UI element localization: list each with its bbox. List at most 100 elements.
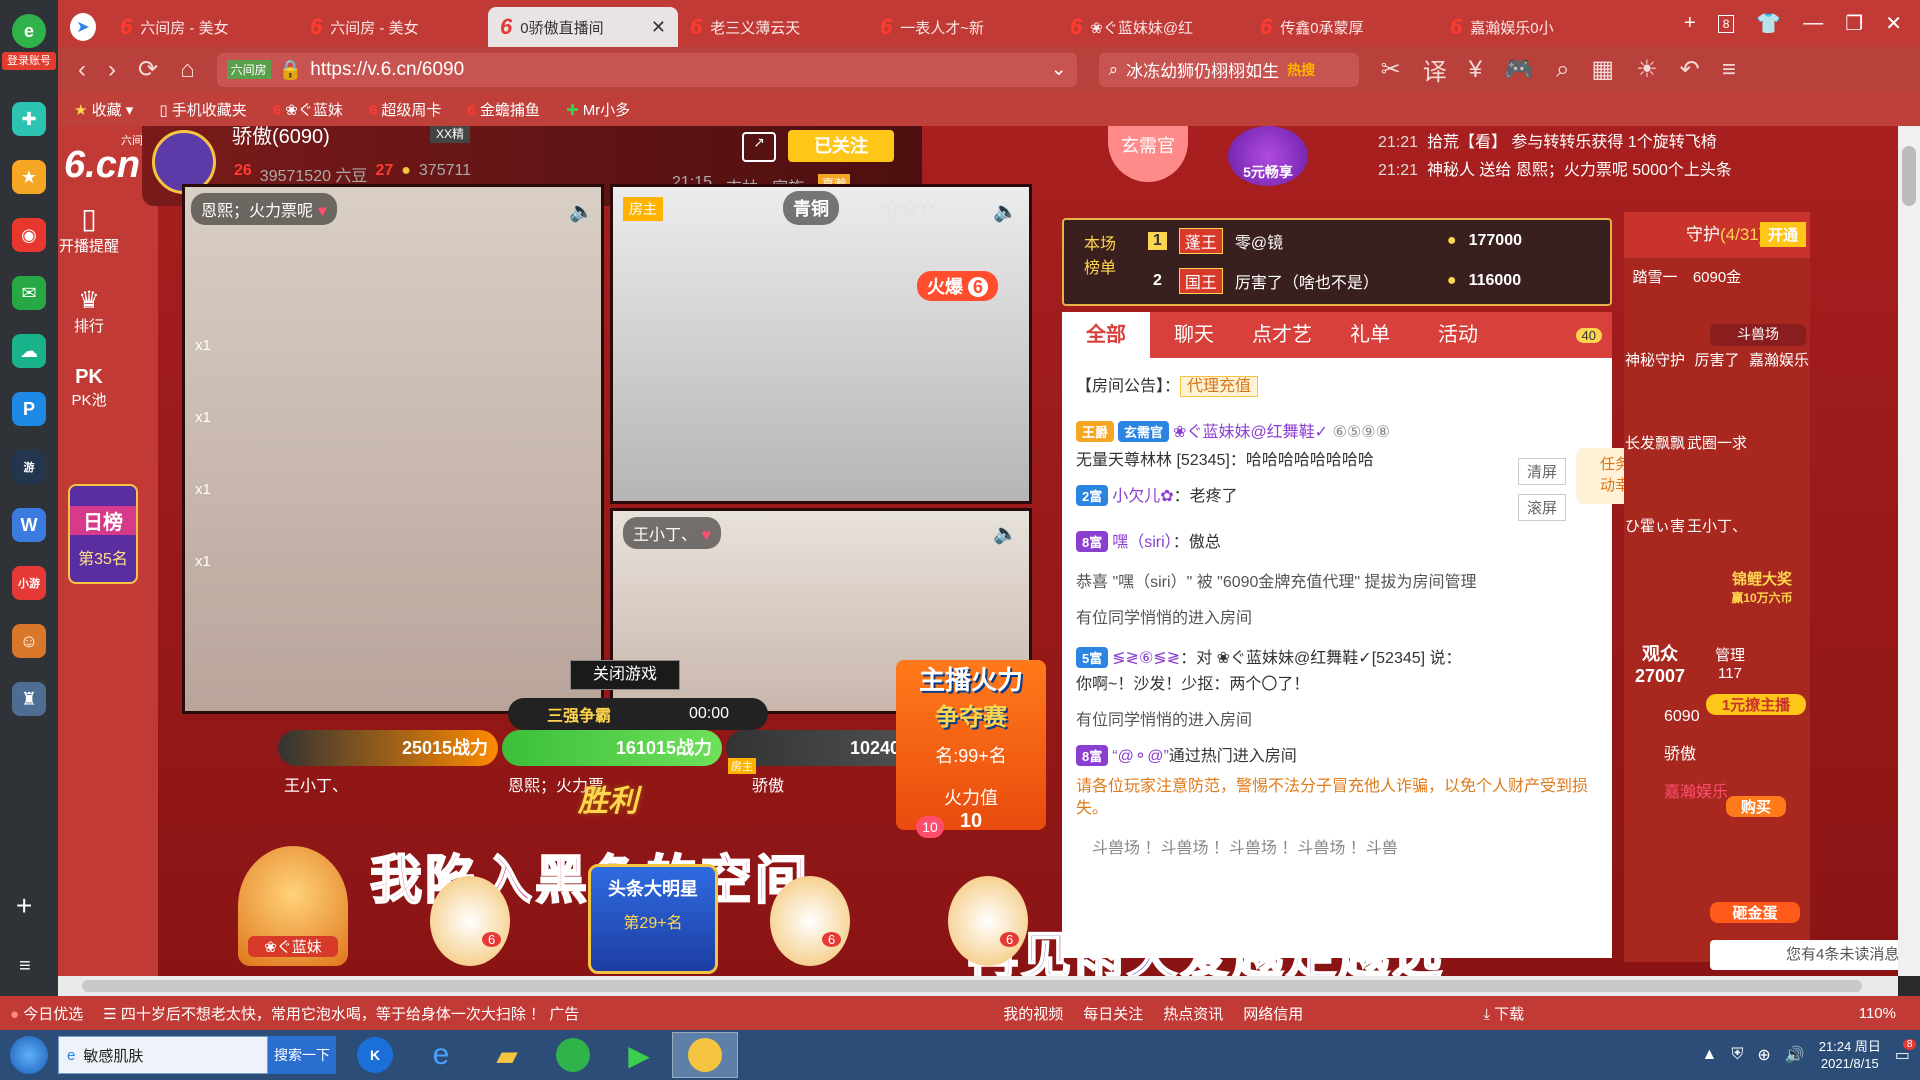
menu-icon[interactable]: ≡ xyxy=(19,955,31,978)
guard-member[interactable]: 王小丁、 xyxy=(1686,515,1748,536)
seat-empty[interactable]: 6 xyxy=(430,876,510,966)
forward-icon[interactable]: › xyxy=(108,56,116,84)
bookmark-item[interactable]: 6 ❀ぐ蓝妹 xyxy=(273,99,343,120)
status-hot-news[interactable]: 热点资讯 xyxy=(1163,1003,1223,1024)
browser-app-icon[interactable] xyxy=(540,1032,606,1078)
guard-member[interactable]: ひ霍ぃ害 xyxy=(1624,515,1686,536)
login-button[interactable]: 登录账号 xyxy=(2,52,56,70)
browser-tab[interactable]: 6 六间房 - 美女 xyxy=(298,7,488,47)
guard-member[interactable] xyxy=(1748,266,1810,287)
tab-gifts[interactable]: 礼单 xyxy=(1326,312,1414,358)
vertical-scrollbar[interactable] xyxy=(1898,126,1920,976)
restore-icon[interactable]: ❐ xyxy=(1845,11,1863,36)
mute-icon[interactable]: 🔈 xyxy=(569,199,594,224)
news-ticker[interactable]: ☰ 四十岁后不想老太快，常用它泡水喝，等于给身体一次大扫除 ！ 广告 xyxy=(103,1003,723,1024)
five-yuan-promo[interactable]: 5元畅享 xyxy=(1228,126,1308,186)
avatar-game-icon[interactable]: ☺ xyxy=(12,624,46,658)
clock[interactable]: 21:24 周日 2021/8/15 xyxy=(1819,1038,1881,1072)
tab-talent[interactable]: 点才艺 xyxy=(1238,312,1326,358)
browser-tab[interactable]: 6 传鑫0承蒙厚 xyxy=(1248,7,1438,47)
share-icon[interactable]: ↗ xyxy=(742,132,776,162)
scissors-icon[interactable]: ✂ xyxy=(1381,55,1401,84)
bookmark-mobile[interactable]: ▯ 手机收藏夹 xyxy=(159,99,246,120)
live-app-icon[interactable] xyxy=(672,1032,738,1078)
tray-volume-icon[interactable]: 🔊 xyxy=(1785,1045,1805,1065)
document-icon[interactable]: W xyxy=(12,508,46,542)
guard-member[interactable]: 6090金 xyxy=(1686,266,1748,287)
tab-activity[interactable]: 活动 xyxy=(1414,312,1502,358)
follow-button[interactable]: 已关注 xyxy=(788,130,894,162)
leaderboard-row[interactable]: 2 国王 厉害了（啥也不是） ● 116000 xyxy=(1148,268,1521,294)
game-app-icon[interactable]: 游 xyxy=(12,450,46,484)
plus-app-icon[interactable]: ✚ xyxy=(12,102,46,136)
browser-tab[interactable]: 6 老三义薄云天 xyxy=(678,7,868,47)
tab-chat[interactable]: 聊天 xyxy=(1150,312,1238,358)
video-top-right[interactable]: 房主 青铜 ☆☆☆ 🔈 火爆 6 xyxy=(610,184,1032,504)
vertical-scroll-thumb[interactable] xyxy=(1902,146,1916,206)
audience-count[interactable]: 观众 27007 xyxy=(1630,640,1690,687)
pk-pool-link[interactable]: PK PK池 xyxy=(58,366,120,410)
notification-icon[interactable]: ▭ 8 xyxy=(1895,1039,1917,1065)
guard-member[interactable]: 长发飘飘 xyxy=(1624,432,1686,453)
guard-member[interactable]: 厉害了 xyxy=(1686,349,1748,370)
daily-picks[interactable]: ● 今日优选 xyxy=(10,1003,83,1024)
headline-star-card[interactable]: 头条大明星 第29+名 xyxy=(588,864,718,974)
folder-icon[interactable]: ▰ xyxy=(474,1032,540,1078)
browser-tab[interactable]: 6 ❀ぐ蓝妹妹@红 xyxy=(1058,7,1248,47)
guard-member[interactable] xyxy=(1748,432,1810,453)
seat-card[interactable]: ❀ぐ蓝妹 xyxy=(238,846,348,966)
status-download[interactable]: ⤓ 下载 xyxy=(1483,1003,1524,1024)
tray-arrow-icon[interactable]: ▲ xyxy=(1702,1046,1718,1064)
shirt-icon[interactable]: 👕 xyxy=(1756,11,1781,36)
mail-icon[interactable]: ✉ xyxy=(12,276,46,310)
tray-network-icon[interactable]: ⊕ xyxy=(1757,1045,1770,1065)
bookmark-item[interactable]: 6 超级周卡 xyxy=(369,99,442,120)
viewer-row[interactable]: 嘉瀚娱乐 xyxy=(1664,778,1728,802)
cloud-icon[interactable]: ☁ xyxy=(12,334,46,368)
status-credit[interactable]: 网络信用 xyxy=(1243,1003,1303,1024)
seat-empty[interactable]: 6 xyxy=(770,876,850,966)
browser-tab-active[interactable]: 6 0骄傲直播间 ✕ xyxy=(488,7,678,47)
browser-logo-icon[interactable]: e xyxy=(12,14,46,48)
daily-rank-card[interactable]: 日榜 第35名 xyxy=(68,484,138,584)
ranking-link[interactable]: ♛ 排行 xyxy=(58,286,120,336)
star-icon[interactable]: ★ xyxy=(12,160,46,194)
open-guard-button[interactable]: 开通 xyxy=(1760,222,1807,247)
bookmark-favorites[interactable]: ★ 收藏 ▾ xyxy=(74,99,133,120)
reload-icon[interactable]: ⟳ xyxy=(138,55,158,84)
mini-game-icon[interactable]: 小游 xyxy=(12,566,46,600)
home-tab-icon[interactable]: ➤ xyxy=(58,7,108,47)
gamepad-icon[interactable]: 🎮 xyxy=(1504,55,1534,84)
mute-icon[interactable]: 🔈 xyxy=(993,521,1018,546)
tab-count-badge[interactable]: 8 xyxy=(1717,14,1735,33)
car-badge[interactable]: 40 xyxy=(1575,327,1602,343)
promo-koi[interactable]: 锦鲤大奖 赢10万六币 xyxy=(1714,568,1810,606)
player-icon[interactable]: ▶ xyxy=(606,1032,672,1078)
seat-empty[interactable]: 6 xyxy=(948,876,1028,966)
promo-arena[interactable]: 斗兽场 xyxy=(1710,324,1806,346)
clear-screen-button[interactable]: 清屏 xyxy=(1518,458,1567,485)
notice-link[interactable]: 代理充值 xyxy=(1180,376,1259,397)
taskbar-search-input[interactable]: e 敏感肌肤 xyxy=(58,1036,268,1074)
tab-all[interactable]: 全部 xyxy=(1062,312,1150,358)
menu-icon[interactable]: ≡ xyxy=(1722,56,1736,84)
smash-egg-button[interactable]: 砸金蛋 xyxy=(1710,902,1800,923)
coin-icon[interactable]: ¥ xyxy=(1469,56,1482,84)
minimize-icon[interactable]: — xyxy=(1803,12,1823,35)
browser-tab[interactable]: 6 一表人才~新 xyxy=(868,7,1058,47)
magnifier-icon[interactable]: ⌕ xyxy=(1556,56,1569,84)
dropdown-icon[interactable]: ⌄ xyxy=(1051,58,1067,81)
undo-icon[interactable]: ↶ xyxy=(1680,55,1700,84)
guard-member[interactable]: 嘉瀚娱乐 xyxy=(1748,349,1810,370)
url-input[interactable]: 六间房 🔒 https://v.6.cn/6090 ⌄ xyxy=(216,52,1077,87)
browser-tab[interactable]: 6 六间房 - 美女 xyxy=(108,7,298,47)
browser-tab[interactable]: 6 嘉瀚娱乐0小 xyxy=(1438,7,1628,47)
ie-icon[interactable]: e xyxy=(408,1032,474,1078)
bookmark-item[interactable]: ✚ Mr小多 xyxy=(566,99,630,120)
theme-icon[interactable]: ☀ xyxy=(1636,55,1658,84)
add-icon[interactable]: + xyxy=(16,890,32,922)
weibo-icon[interactable]: ◉ xyxy=(12,218,46,252)
k-app-icon[interactable]: K xyxy=(342,1032,408,1078)
scroll-lock-button[interactable]: 滚屏 xyxy=(1518,494,1567,521)
back-icon[interactable]: ‹ xyxy=(78,56,86,84)
